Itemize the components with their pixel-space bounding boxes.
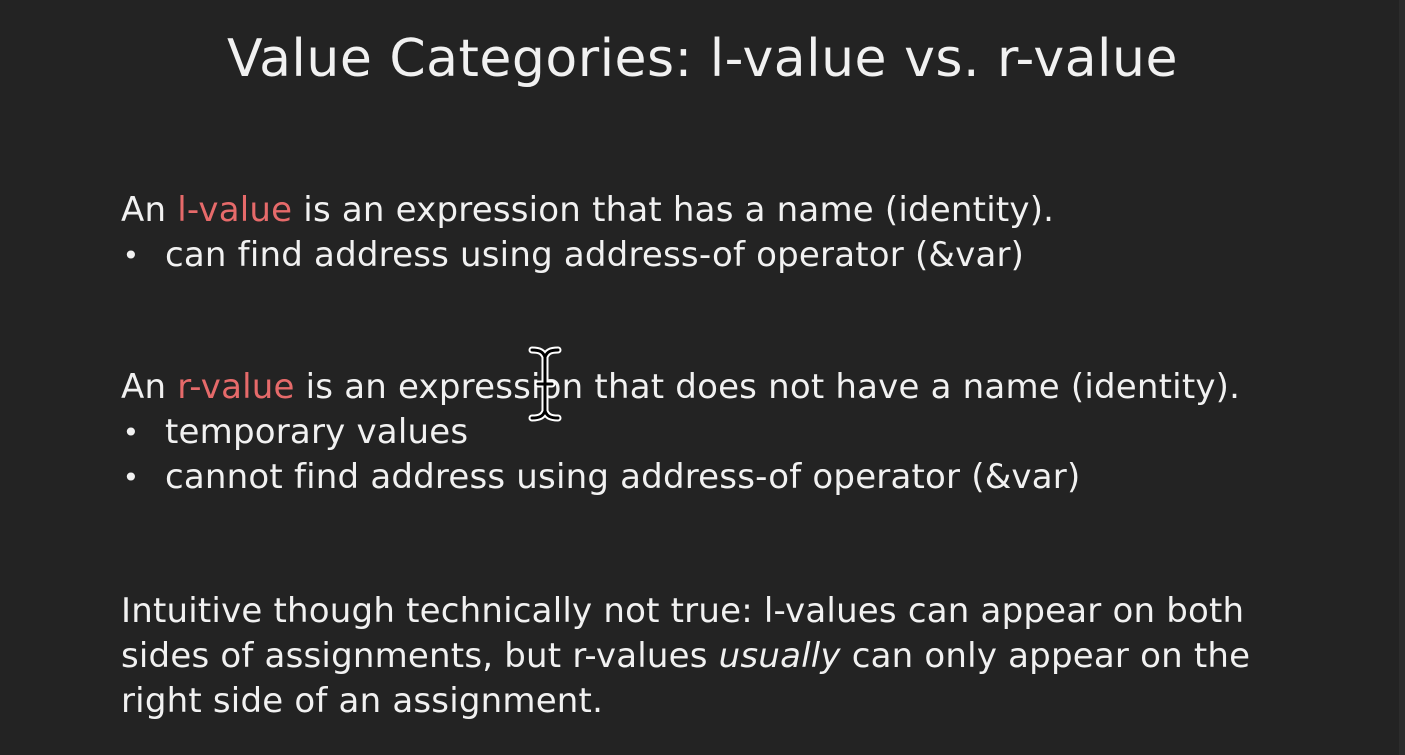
lvalue-bullet: • can find address using address-of oper…: [121, 233, 1054, 278]
rvalue-suffix: is an expression that does not have a na…: [294, 367, 1241, 407]
bullet-icon: •: [122, 416, 140, 449]
lvalue-prefix: An: [121, 190, 178, 230]
lvalue-suffix: is an expression that has a name (identi…: [292, 190, 1055, 230]
text-cursor-icon: [528, 346, 562, 422]
note-text: sides of assignments, but r-values: [121, 636, 719, 676]
note-line: right side of an assignment.: [121, 681, 604, 721]
note-line: Intuitive though technically not true: l…: [121, 591, 1245, 631]
rvalue-bullet: • temporary values: [121, 410, 1240, 455]
rvalue-term: r-value: [177, 367, 295, 407]
bullet-icon: •: [122, 239, 140, 272]
slide-title: Value Categories: l-value vs. r-value: [227, 29, 1178, 89]
rvalue-definition: An r-value is an expression that does no…: [121, 365, 1240, 410]
rvalue-definition-block: An r-value is an expression that does no…: [121, 365, 1240, 500]
rvalue-prefix: An: [121, 367, 178, 407]
note-line: sides of assignments, but r-values usual…: [121, 634, 1250, 679]
assignment-note: Intuitive though technically not true: l…: [121, 589, 1250, 724]
lvalue-term: l-value: [177, 190, 293, 230]
rvalue-bullet: • cannot find address using address-of o…: [121, 455, 1240, 500]
note-text: can only appear on the: [840, 636, 1251, 676]
note-emphasis: usually: [718, 636, 841, 676]
lvalue-bullet-text: can find address using address-of operat…: [165, 235, 1025, 275]
bullet-icon: •: [122, 461, 140, 494]
presentation-slide: Value Categories: l-value vs. r-value An…: [0, 0, 1405, 755]
lvalue-definition: An l-value is an expression that has a n…: [121, 188, 1054, 233]
lvalue-definition-block: An l-value is an expression that has a n…: [121, 188, 1054, 278]
rvalue-bullet-text: cannot find address using address-of ope…: [165, 457, 1081, 497]
slide-edge: [1399, 0, 1405, 755]
rvalue-bullet-text: temporary values: [165, 412, 469, 452]
